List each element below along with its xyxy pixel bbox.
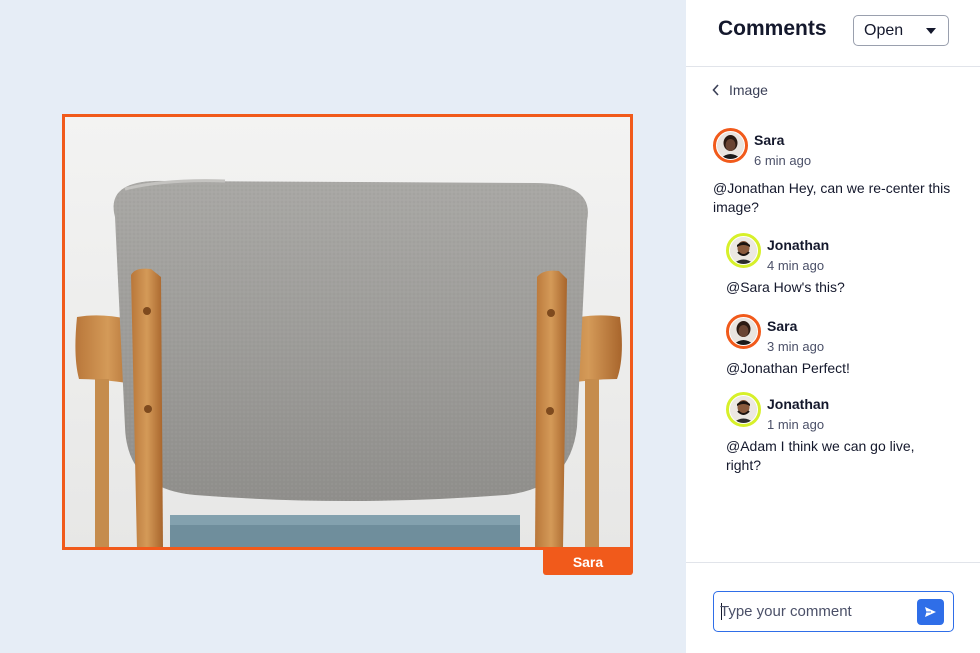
comment-author[interactable]: Jonathan [767,396,829,412]
comment-time: 4 min ago [767,258,825,273]
chevron-left-icon [712,84,719,96]
selected-image-frame[interactable] [62,114,633,550]
comment-author[interactable]: Sara [754,132,784,148]
editor-canvas: Sara [0,0,686,653]
comments-panel: Comments Open Image Sara 6 min ago @Jona… [686,0,980,653]
avatar[interactable] [726,314,761,349]
comment-composer [713,591,954,632]
avatar[interactable] [726,233,761,268]
comment-reply-item: Jonathan 4 min ago @Sara How's this? [726,233,966,303]
panel-title: Comments [718,17,827,40]
status-filter-value: Open [864,22,904,39]
comment-author[interactable]: Sara [767,318,797,334]
breadcrumb-back[interactable]: Image [712,80,768,100]
avatar-jonathan-photo [730,396,757,423]
send-button[interactable] [917,599,944,625]
comment-input[interactable] [720,600,910,622]
comment-reply-item: Sara 3 min ago @Jonathan Perfect! [726,314,966,384]
comment-text: @Jonathan Hey, can we re-center this ima… [713,180,951,215]
comment-text: @Jonathan Perfect! [726,360,850,376]
comment-time: 1 min ago [767,417,825,432]
avatar-jonathan-photo [730,237,757,264]
status-filter-dropdown[interactable]: Open [853,15,949,46]
selection-user-tag: Sara [543,550,633,575]
comment-text: @Adam I think we can go live, right? [726,438,915,473]
comment-time: 6 min ago [754,153,812,168]
breadcrumb-label: Image [729,82,768,98]
avatar[interactable] [726,392,761,427]
comment-item: Sara 6 min ago @Jonathan Hey, can we re-… [713,128,973,223]
composer-area [686,562,980,653]
comment-time: 3 min ago [767,339,825,354]
comment-author[interactable]: Jonathan [767,237,829,253]
comment-text: @Sara How's this? [726,279,845,295]
avatar[interactable] [713,128,748,163]
panel-header: Comments Open [686,0,980,67]
caret-down-icon [926,28,936,34]
avatar-sara-photo [730,318,757,345]
chair-photo [75,179,622,547]
avatar-sara-photo [717,132,744,159]
send-icon [925,607,936,617]
comment-reply-item: Jonathan 1 min ago @Adam I think we can … [726,392,966,482]
